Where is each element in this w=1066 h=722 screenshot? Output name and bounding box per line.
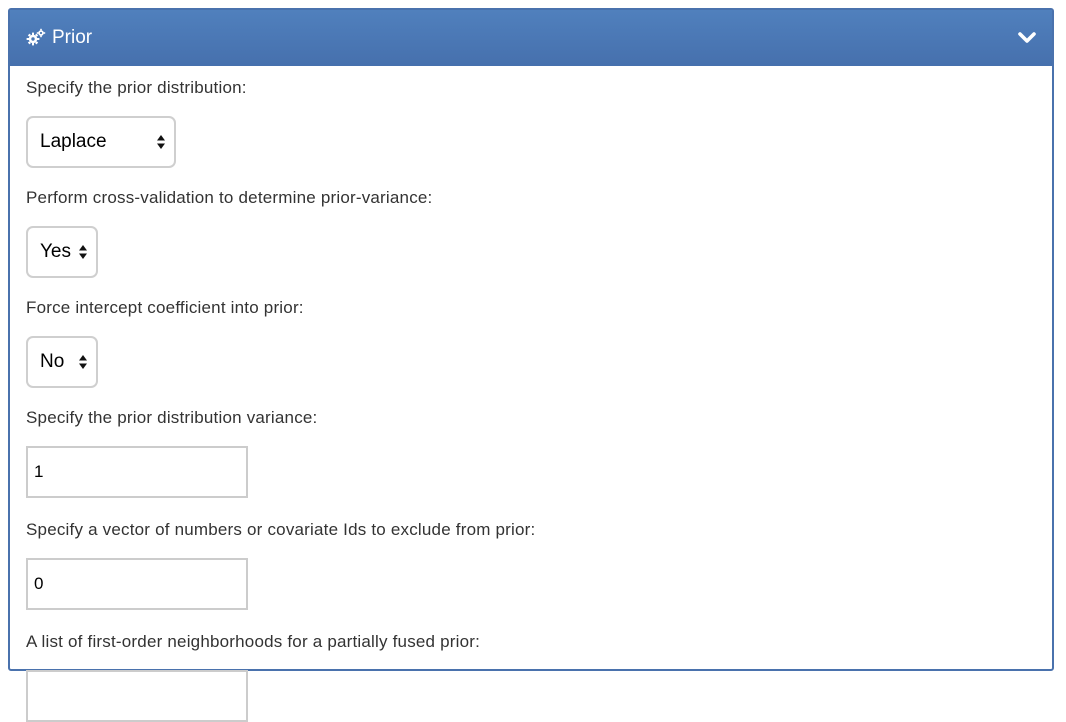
force-intercept-group: Force intercept coefficient into prior: …: [26, 296, 1036, 406]
prior-distribution-label: Specify the prior distribution:: [26, 78, 247, 97]
prior-panel: Prior Specify the prior distribution: La…: [8, 8, 1054, 722]
select-arrows-icon: [156, 134, 166, 150]
neighborhoods-label: A list of first-order neighborhoods for …: [26, 632, 481, 651]
cross-validation-value: Yes: [40, 241, 71, 262]
prior-variance-label: Specify the prior distribution variance:: [26, 408, 318, 427]
cross-validation-select[interactable]: Yes: [26, 226, 98, 278]
prior-variance-input[interactable]: [26, 446, 248, 498]
force-intercept-select[interactable]: No: [26, 336, 98, 388]
select-arrows-icon: [78, 244, 88, 260]
cross-validation-label: Perform cross-validation to determine pr…: [26, 188, 433, 207]
prior-variance-group: Specify the prior distribution variance:: [26, 406, 1036, 498]
exclude-label: Specify a vector of numbers or covariate…: [26, 520, 536, 539]
prior-distribution-select[interactable]: Laplace: [26, 116, 176, 168]
exclude-input[interactable]: [26, 558, 248, 610]
neighborhoods-group: A list of first-order neighborhoods for …: [26, 630, 1036, 722]
prior-distribution-value: Laplace: [40, 131, 107, 152]
neighborhoods-input[interactable]: [26, 670, 248, 722]
prior-distribution-group: Specify the prior distribution: Laplace: [26, 76, 1036, 186]
panel-title: Prior: [52, 27, 93, 48]
force-intercept-value: No: [40, 351, 65, 372]
gears-icon: [26, 28, 46, 48]
select-arrows-icon: [78, 354, 88, 370]
exclude-group: Specify a vector of numbers or covariate…: [26, 518, 1036, 610]
chevron-down-icon[interactable]: [1016, 27, 1038, 49]
panel-body: Specify the prior distribution: Laplace …: [10, 66, 1052, 722]
force-intercept-label: Force intercept coefficient into prior:: [26, 298, 304, 317]
cross-validation-group: Perform cross-validation to determine pr…: [26, 186, 1036, 296]
panel-header[interactable]: Prior: [10, 10, 1052, 66]
